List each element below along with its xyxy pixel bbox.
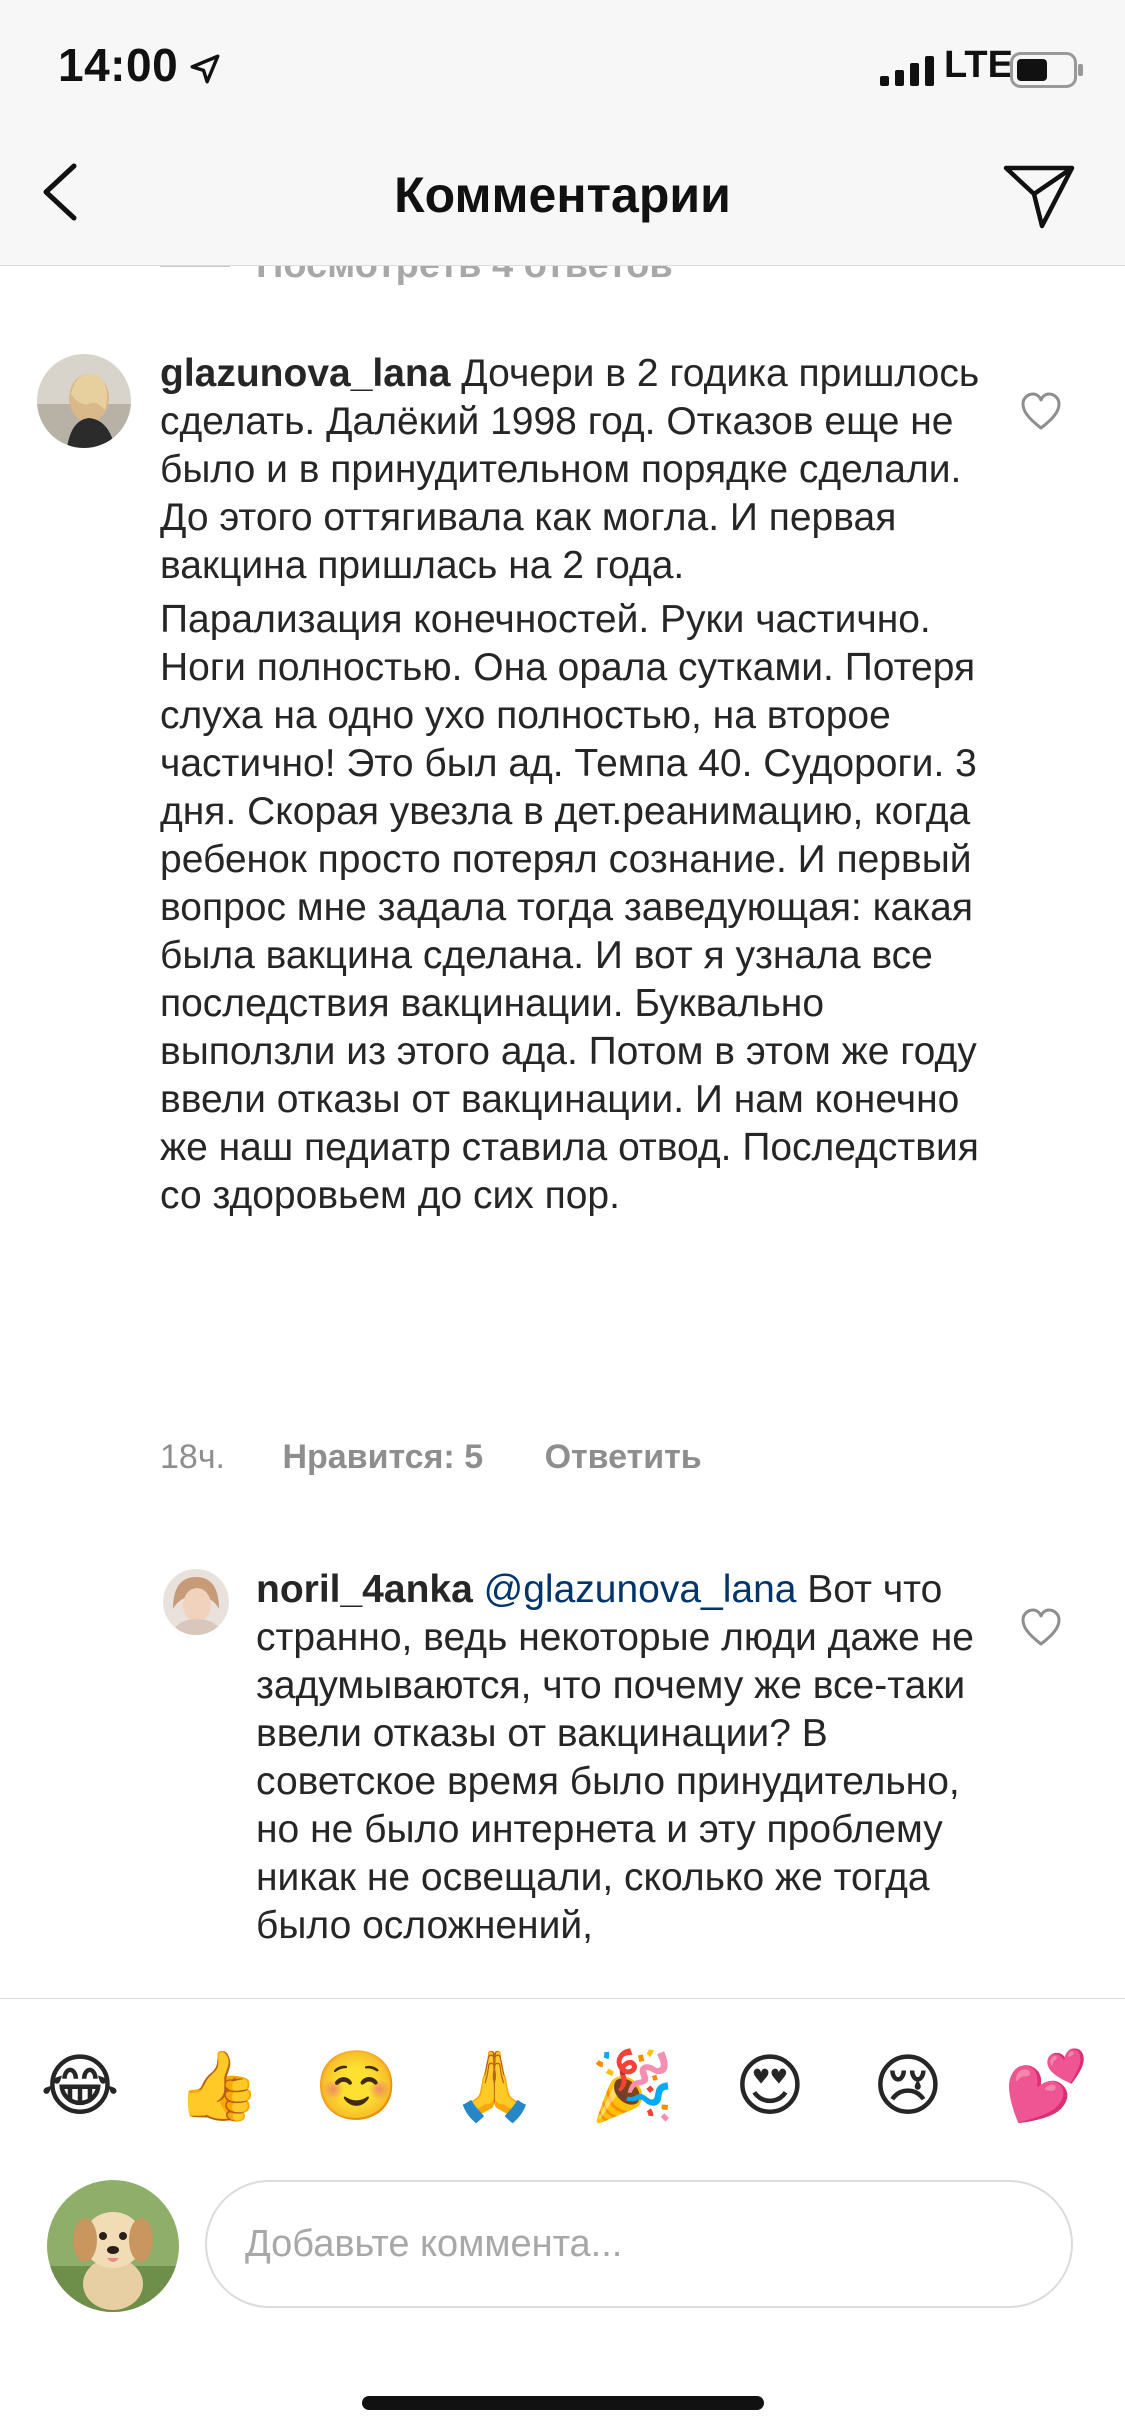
emoji-bar: 😂 👍 ☺️ 🙏 🎉 😍 😢 💕 — [0, 1998, 1125, 2175]
view-replies-link[interactable]: Посмотреть 4 ответов — [256, 266, 673, 287]
top-bar: 14:00 LTE Комментарии — [0, 0, 1125, 266]
avatar[interactable] — [37, 354, 131, 448]
comment-username[interactable]: noril_4anka — [256, 1568, 473, 1611]
network-type: LTE — [944, 44, 1013, 86]
paper-plane-icon[interactable] — [1002, 162, 1076, 230]
replies-divider — [160, 266, 230, 267]
heart-icon[interactable] — [1020, 1608, 1062, 1648]
emoji-two-hearts[interactable]: 💕 — [1004, 2045, 1089, 2129]
emoji-crying[interactable]: 😢 — [866, 2045, 950, 2129]
status-time: 14:00 — [58, 39, 179, 91]
heart-icon[interactable] — [1020, 392, 1062, 432]
comment-text: glazunova_lana Дочери в 2 годика пришлос… — [160, 350, 980, 1220]
comment-username[interactable]: glazunova_lana — [160, 352, 450, 395]
emoji-smiling[interactable]: ☺️ — [314, 2045, 399, 2129]
comment-likes[interactable]: Нравится: 5 — [282, 1438, 483, 1476]
comment-time: 18ч. — [160, 1438, 225, 1476]
battery-icon — [1010, 52, 1083, 88]
emoji-party-popper[interactable]: 🎉 — [590, 2045, 675, 2129]
comment-meta: 18ч. Нравится: 5 Ответить — [160, 1438, 702, 1477]
my-avatar — [47, 2180, 179, 2312]
comment-body-part2: Парализация конечностей. Руки частично. … — [160, 598, 979, 1217]
home-indicator[interactable] — [362, 2396, 764, 2410]
mention-link[interactable]: @glazunova_lana — [484, 1568, 797, 1611]
emoji-heart-eyes[interactable]: 😍 — [728, 2045, 812, 2129]
emoji-thumbs-up[interactable]: 👍 — [176, 2045, 261, 2129]
comment-input[interactable] — [205, 2180, 1073, 2308]
reply-button[interactable]: Ответить — [545, 1438, 702, 1476]
signal-icon — [880, 56, 934, 86]
comments-list[interactable]: Посмотреть 4 ответов glazunova_lana Доче… — [0, 266, 1125, 1998]
emoji-folded-hands[interactable]: 🙏 — [452, 2045, 537, 2129]
reply-text: noril_4anka @glazunova_lana Вот что стра… — [256, 1566, 976, 1950]
emoji-tears-of-joy[interactable]: 😂 — [38, 2045, 122, 2129]
location-arrow-icon — [190, 54, 220, 84]
reply-body: Вот что странно, ведь некоторые люди даж… — [256, 1568, 974, 1947]
page-title: Комментарии — [394, 167, 731, 223]
avatar[interactable] — [163, 1569, 229, 1635]
